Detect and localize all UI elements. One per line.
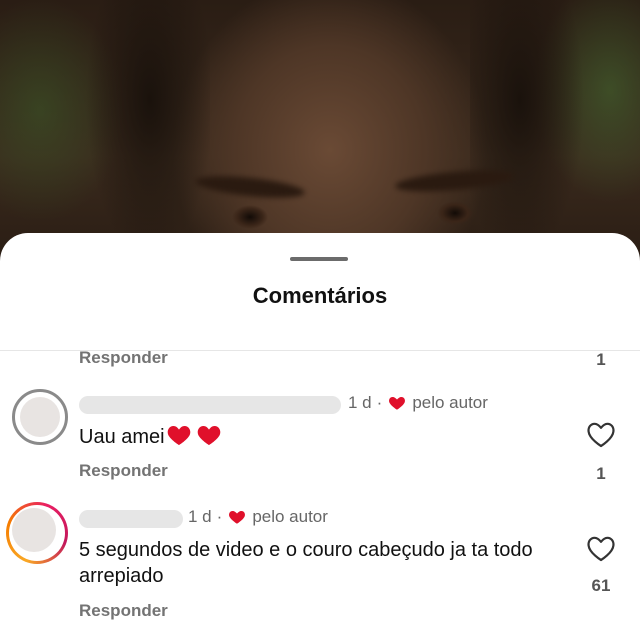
red-heart-icon xyxy=(389,397,406,410)
like-count: 1 xyxy=(596,464,606,483)
avatar[interactable] xyxy=(6,502,68,564)
comment-body: 5 segundos de video e o couro cabeçudo j… xyxy=(79,539,533,587)
sheet-drag-handle[interactable] xyxy=(290,257,348,261)
red-heart-emoji-icon xyxy=(197,426,220,445)
reply-button[interactable]: Responder xyxy=(79,348,168,368)
comments-sheet: Comentários Responder 1 1 d · pelo autor… xyxy=(0,233,640,640)
comment-time: 1 d xyxy=(348,393,372,412)
video-background xyxy=(0,0,640,260)
video-eye-left xyxy=(215,204,285,230)
video-brow-left xyxy=(194,172,306,202)
avatar-image xyxy=(20,397,60,437)
meta-separator: · xyxy=(216,507,223,526)
video-hair-right xyxy=(470,0,620,260)
reply-button[interactable]: Responder xyxy=(79,601,168,621)
meta-separator: · xyxy=(376,393,383,412)
red-heart-icon xyxy=(229,511,246,524)
comment-meta: 1 d · pelo autor xyxy=(188,507,328,527)
video-hair-left xyxy=(60,0,210,260)
avatar-image xyxy=(12,508,56,552)
avatar[interactable] xyxy=(12,389,68,445)
author-liked-badge: pelo autor xyxy=(252,507,328,526)
reply-button[interactable]: Responder xyxy=(79,461,168,481)
video-eye-right xyxy=(420,200,490,226)
comment-time: 1 d xyxy=(188,507,212,526)
heart-outline-icon[interactable] xyxy=(587,536,615,562)
comment-text: Uau amei xyxy=(79,423,221,450)
username-redacted xyxy=(79,396,341,414)
like-count: 1 xyxy=(596,350,606,369)
comment-meta: 1 d · pelo autor xyxy=(348,393,488,413)
heart-outline-icon[interactable] xyxy=(587,422,615,448)
red-heart-emoji-icon xyxy=(167,426,190,445)
sheet-title: Comentários xyxy=(252,283,388,308)
author-liked-badge: pelo autor xyxy=(412,393,488,412)
like-count: 61 xyxy=(591,576,611,595)
username-redacted xyxy=(79,510,183,528)
comment-body: Uau amei xyxy=(79,426,165,448)
